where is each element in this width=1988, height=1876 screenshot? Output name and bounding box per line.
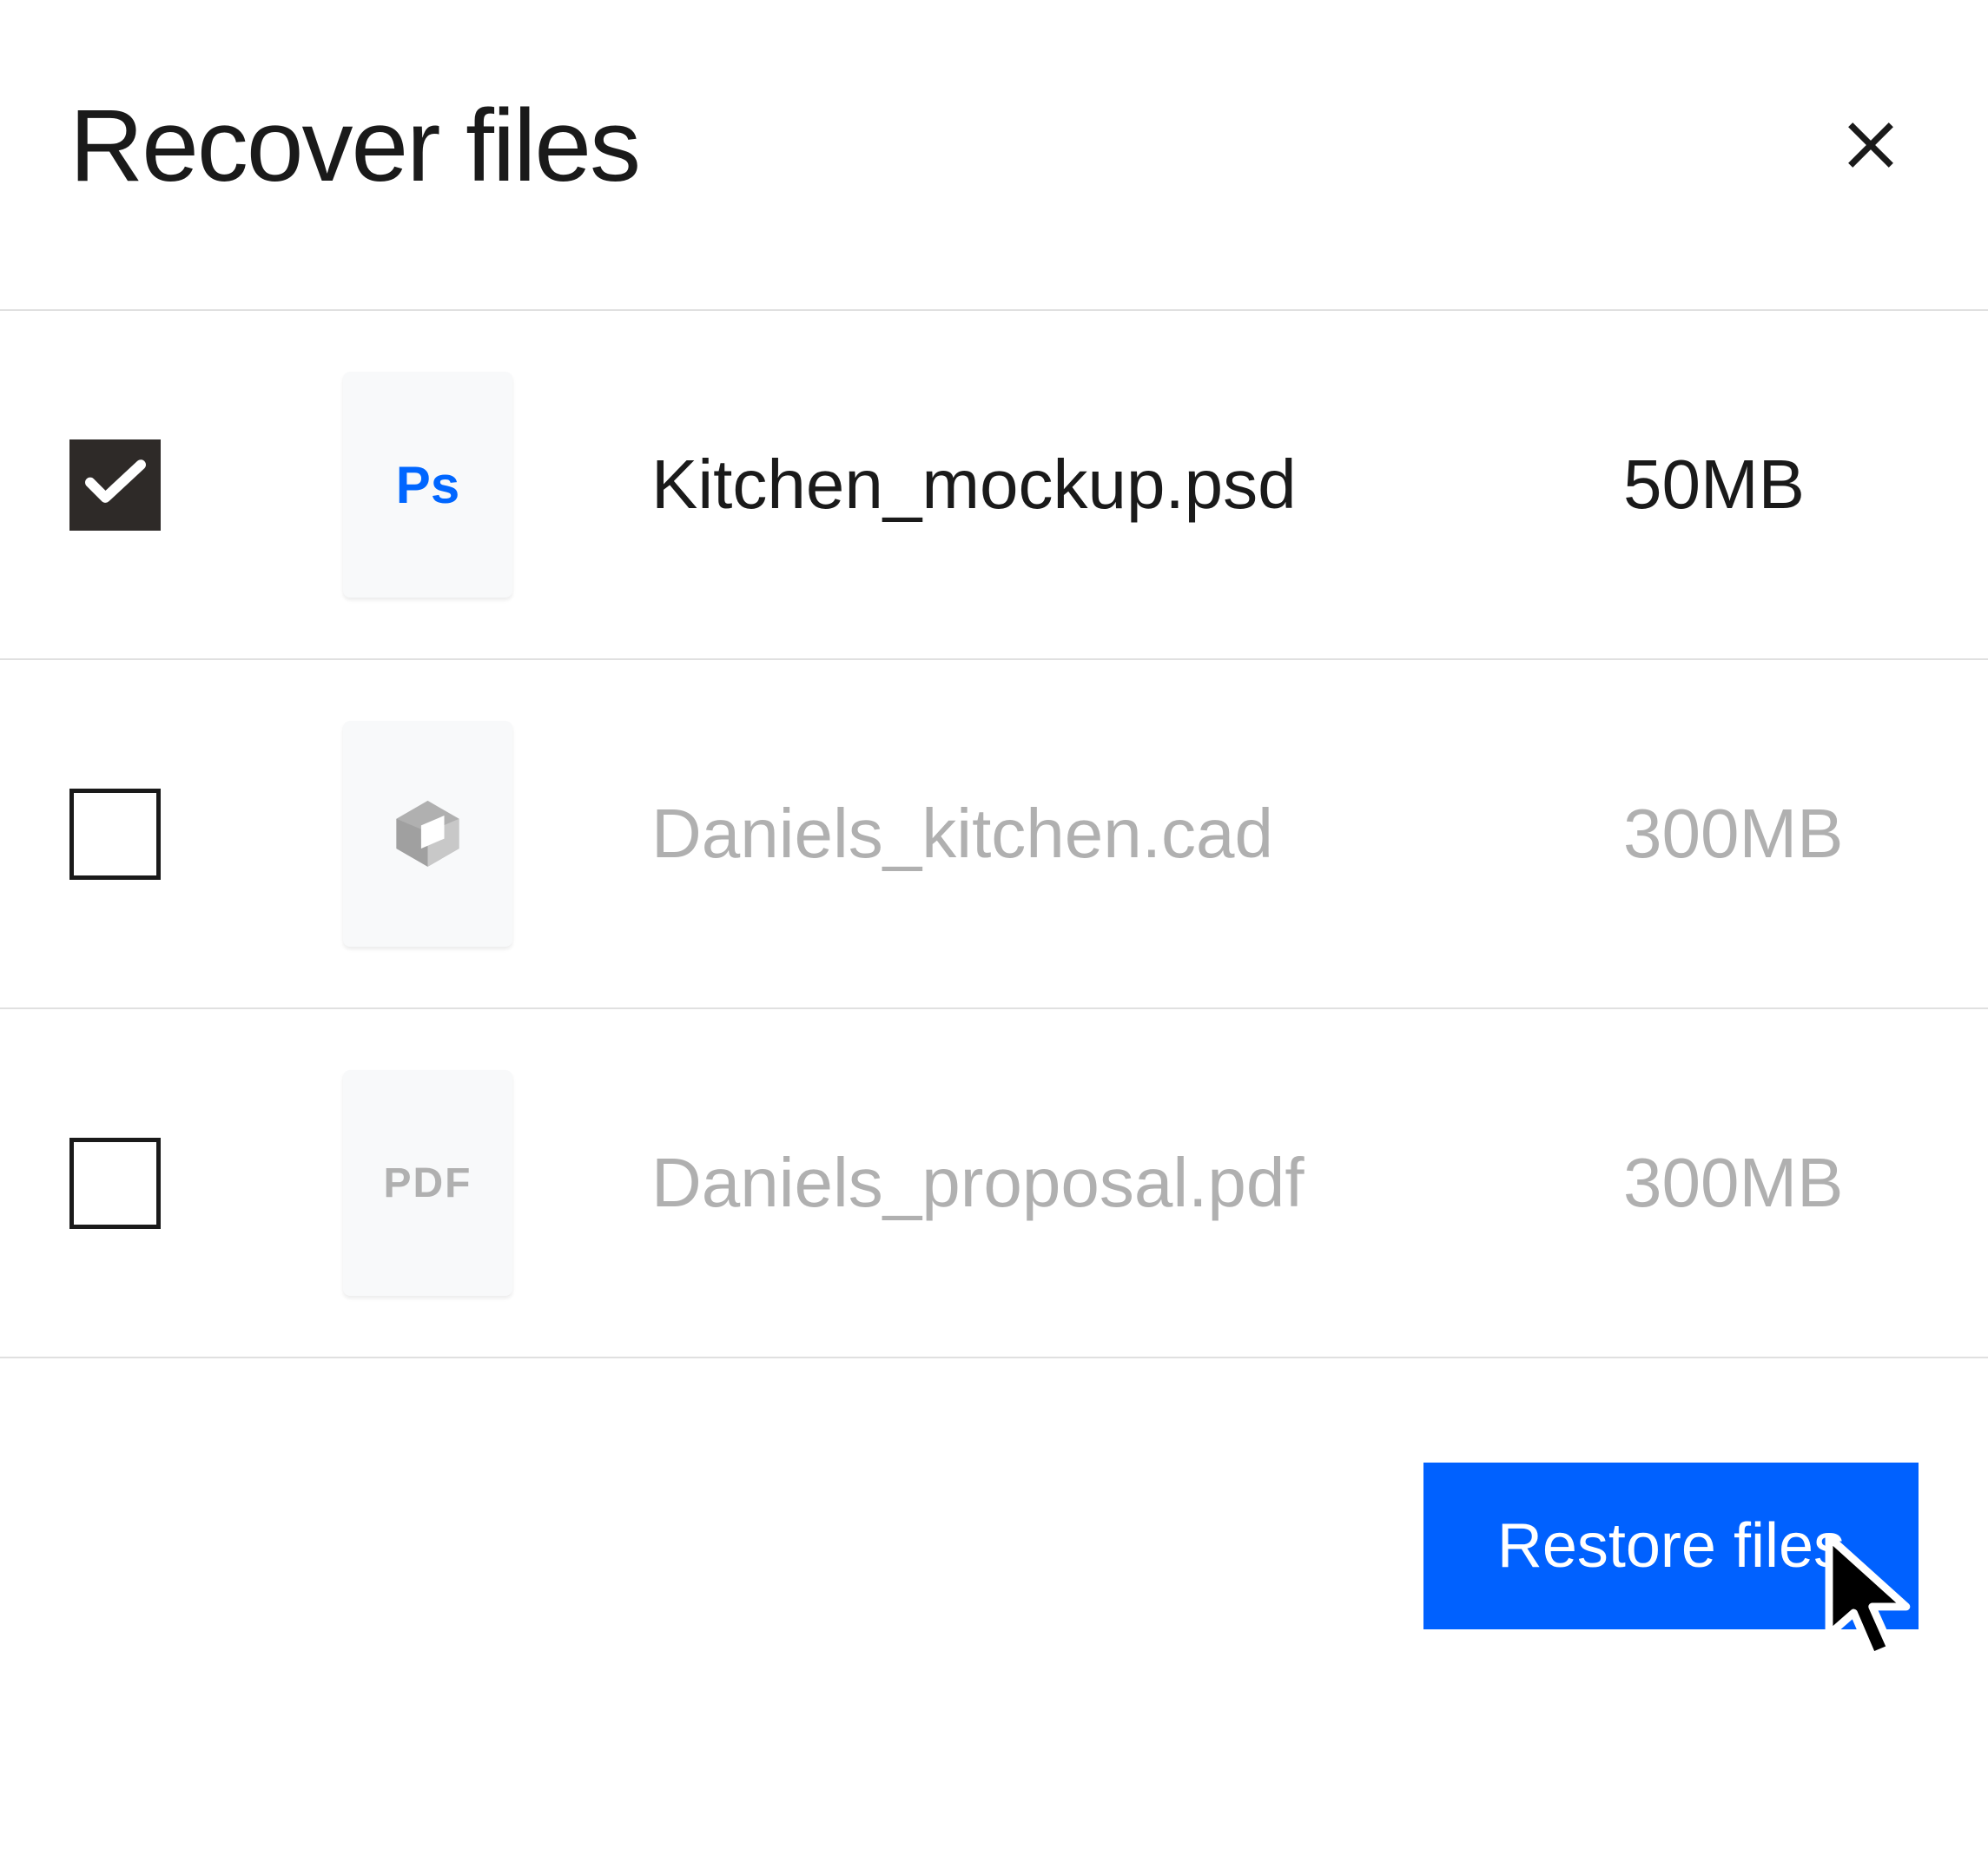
file-name: Daniels_proposal.pdf [651, 1143, 1571, 1223]
cad-icon [386, 789, 469, 880]
close-button[interactable] [1823, 97, 1919, 195]
file-name: Kitchen_mockup.psd [651, 445, 1571, 525]
restore-files-button[interactable]: Restore files [1423, 1463, 1919, 1629]
file-row[interactable]: Daniels_kitchen.cad 300MB [0, 660, 1988, 1009]
check-icon [85, 459, 146, 511]
recover-files-dialog: Recover files Ps Kitch [0, 0, 1988, 1876]
photoshop-icon: Ps [396, 455, 459, 515]
file-checkbox[interactable] [69, 439, 161, 531]
file-icon [343, 721, 512, 947]
file-checkbox[interactable] [69, 1138, 161, 1229]
file-name: Daniels_kitchen.cad [651, 794, 1571, 874]
pdf-icon: PDF [384, 1159, 472, 1207]
file-checkbox[interactable] [69, 789, 161, 880]
file-row[interactable]: Ps Kitchen_mockup.psd 50MB [0, 311, 1988, 660]
file-size: 300MB [1623, 1143, 1919, 1223]
dialog-footer: Restore files [0, 1358, 1988, 1699]
dialog-title: Recover files [69, 87, 639, 205]
close-icon [1840, 115, 1901, 178]
file-icon: Ps [343, 372, 512, 598]
file-list: Ps Kitchen_mockup.psd 50MB Daniels_kitch… [0, 309, 1988, 1358]
file-size: 50MB [1623, 445, 1919, 525]
file-size: 300MB [1623, 794, 1919, 874]
file-row[interactable]: PDF Daniels_proposal.pdf 300MB [0, 1009, 1988, 1358]
dialog-header: Recover files [0, 0, 1988, 309]
file-icon: PDF [343, 1070, 512, 1296]
